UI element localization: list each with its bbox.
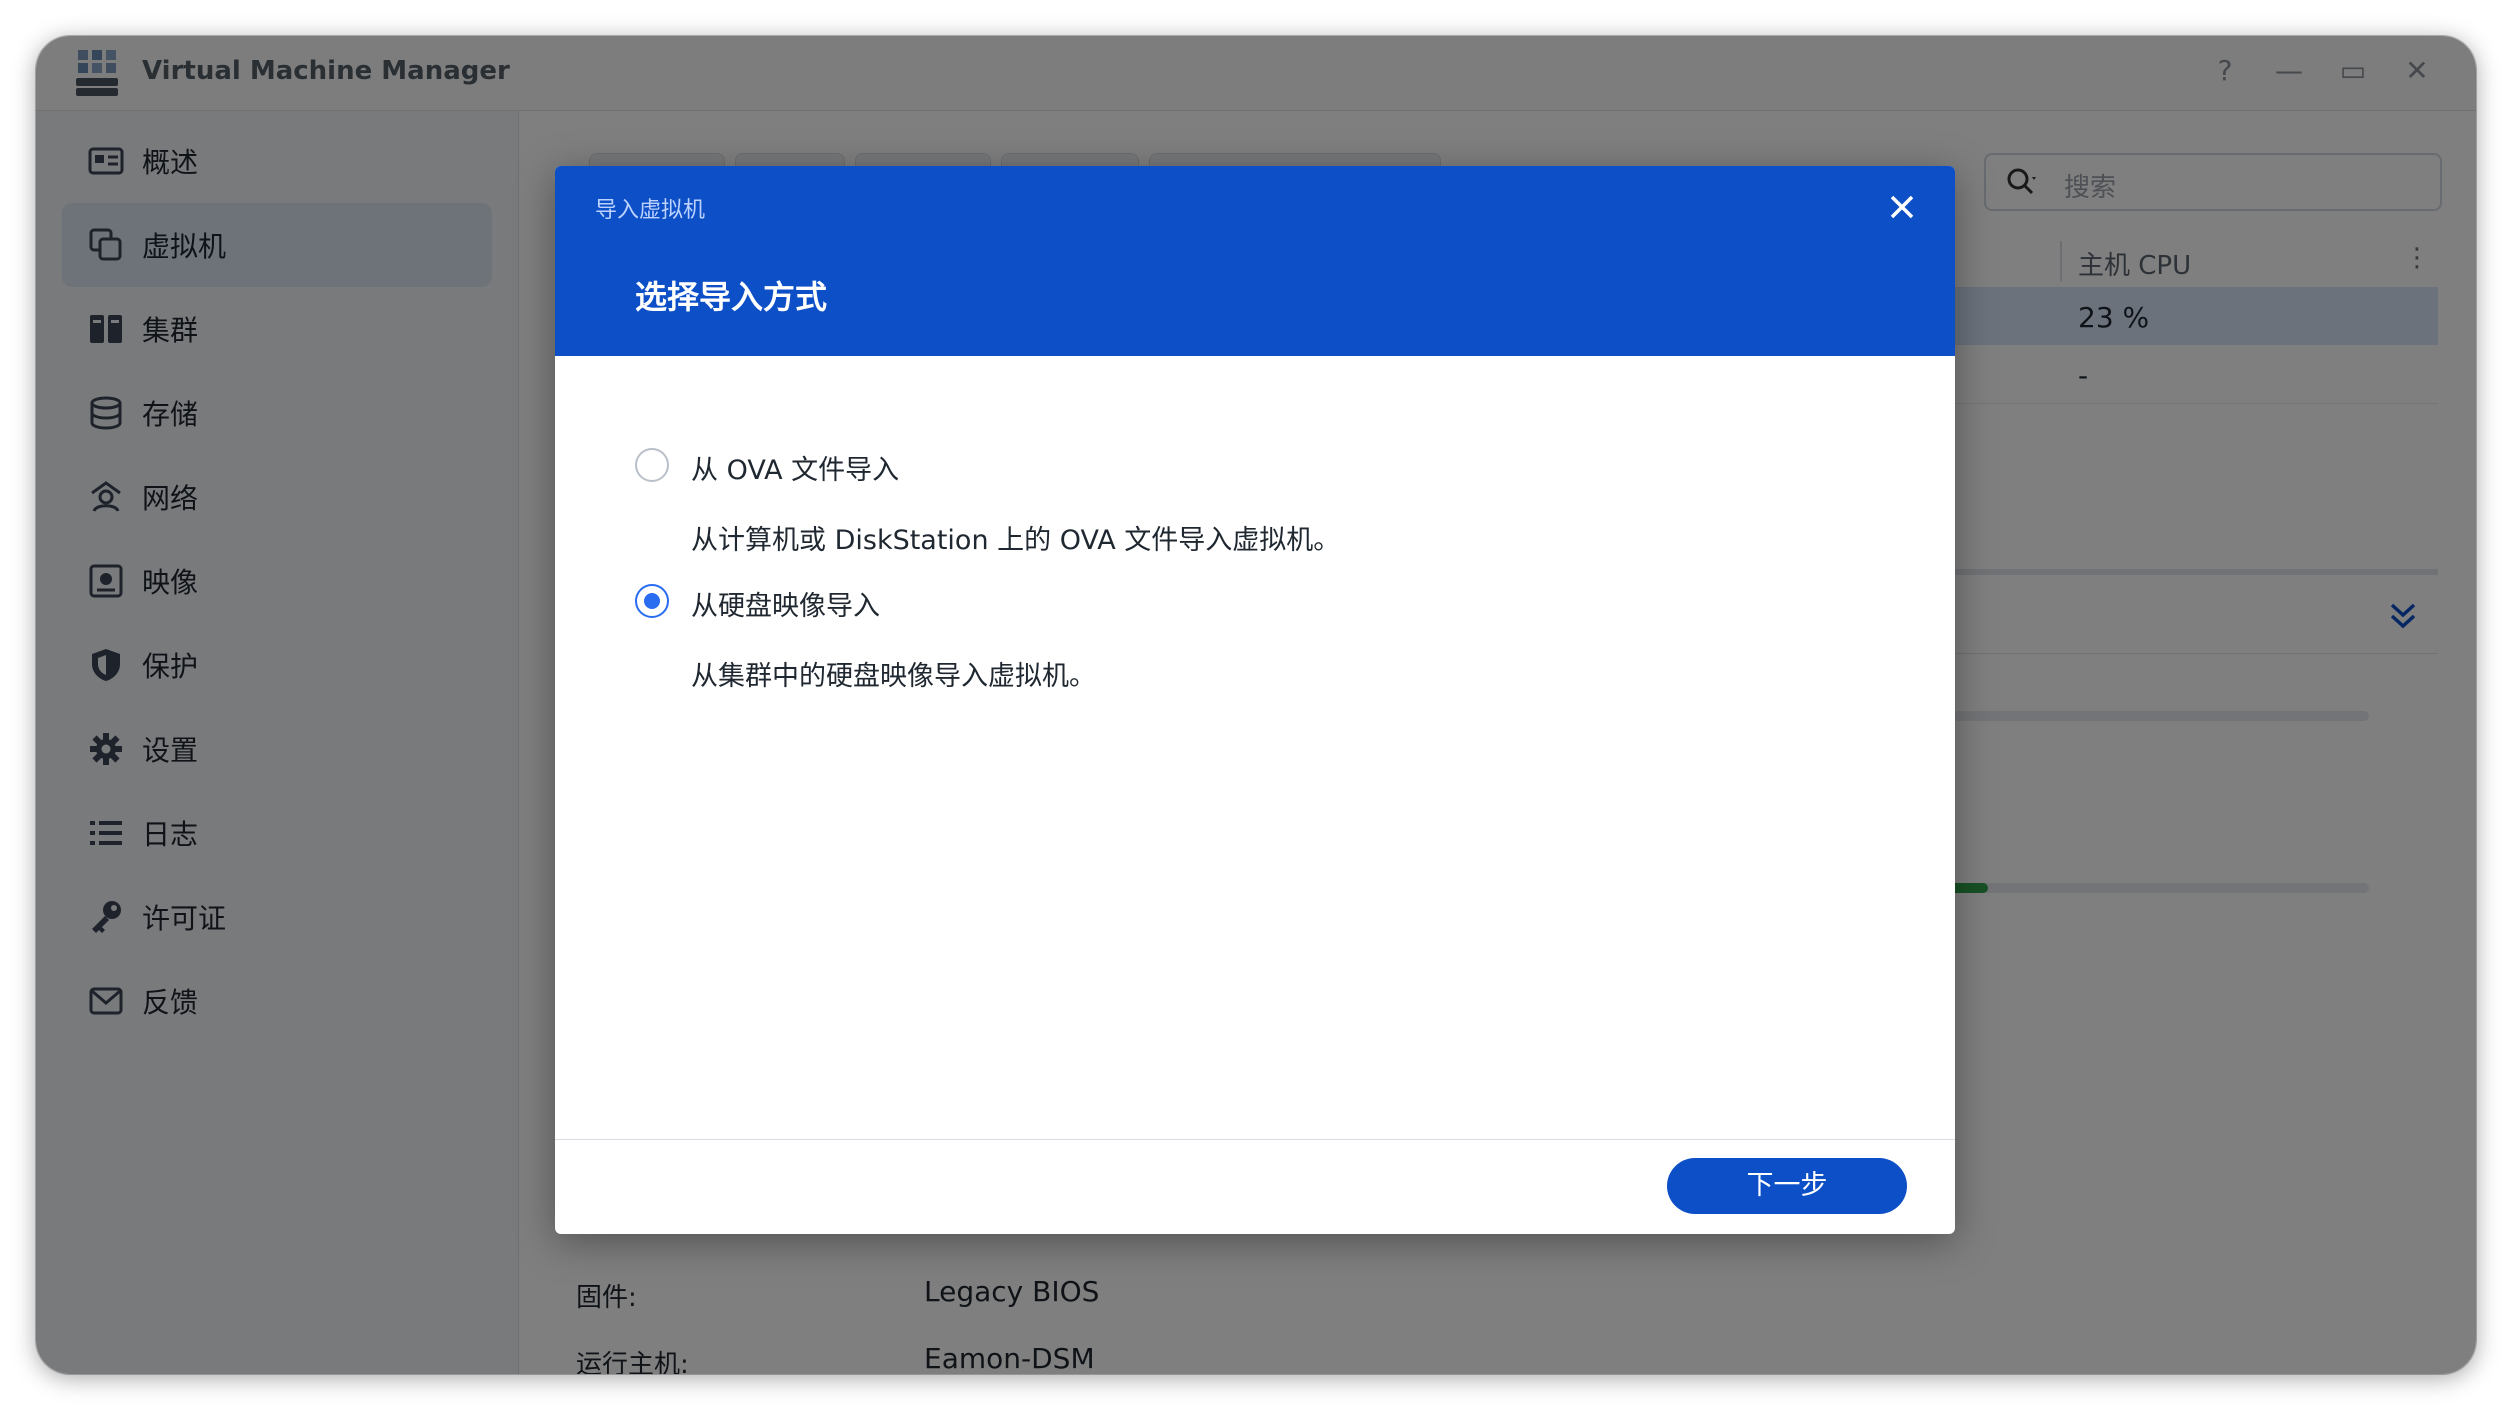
option-import-ova[interactable]: 从 OVA 文件导入 — [635, 438, 1055, 498]
option-label: 从硬盘映像导入 — [691, 591, 880, 622]
app-window: Virtual Machine Manager ? — ▭ ✕ 概述 虚拟机 集… — [36, 36, 2476, 1374]
dialog-footer: 下一步 — [555, 1139, 1955, 1234]
option-description: 从集群中的硬盘映像导入虚拟机。 — [691, 661, 1096, 692]
option-label: 从 OVA 文件导入 — [691, 455, 900, 486]
radio-import-disk-image[interactable] — [635, 584, 669, 618]
dialog-subtitle: 导入虚拟机 — [595, 198, 706, 223]
dialog-header: 导入虚拟机 选择导入方式 — [555, 166, 1955, 356]
radio-import-ova[interactable] — [635, 448, 669, 482]
close-icon[interactable] — [1887, 192, 1917, 222]
option-description: 从计算机或 DiskStation 上的 OVA 文件导入虚拟机。 — [691, 525, 1341, 556]
import-vm-dialog: 导入虚拟机 选择导入方式 从 OVA 文件导入 从计算机或 DiskStatio… — [555, 166, 1955, 1234]
dialog-title: 选择导入方式 — [635, 278, 828, 316]
next-button[interactable]: 下一步 — [1667, 1158, 1907, 1214]
option-import-disk-image[interactable]: 从硬盘映像导入 — [635, 574, 1055, 634]
